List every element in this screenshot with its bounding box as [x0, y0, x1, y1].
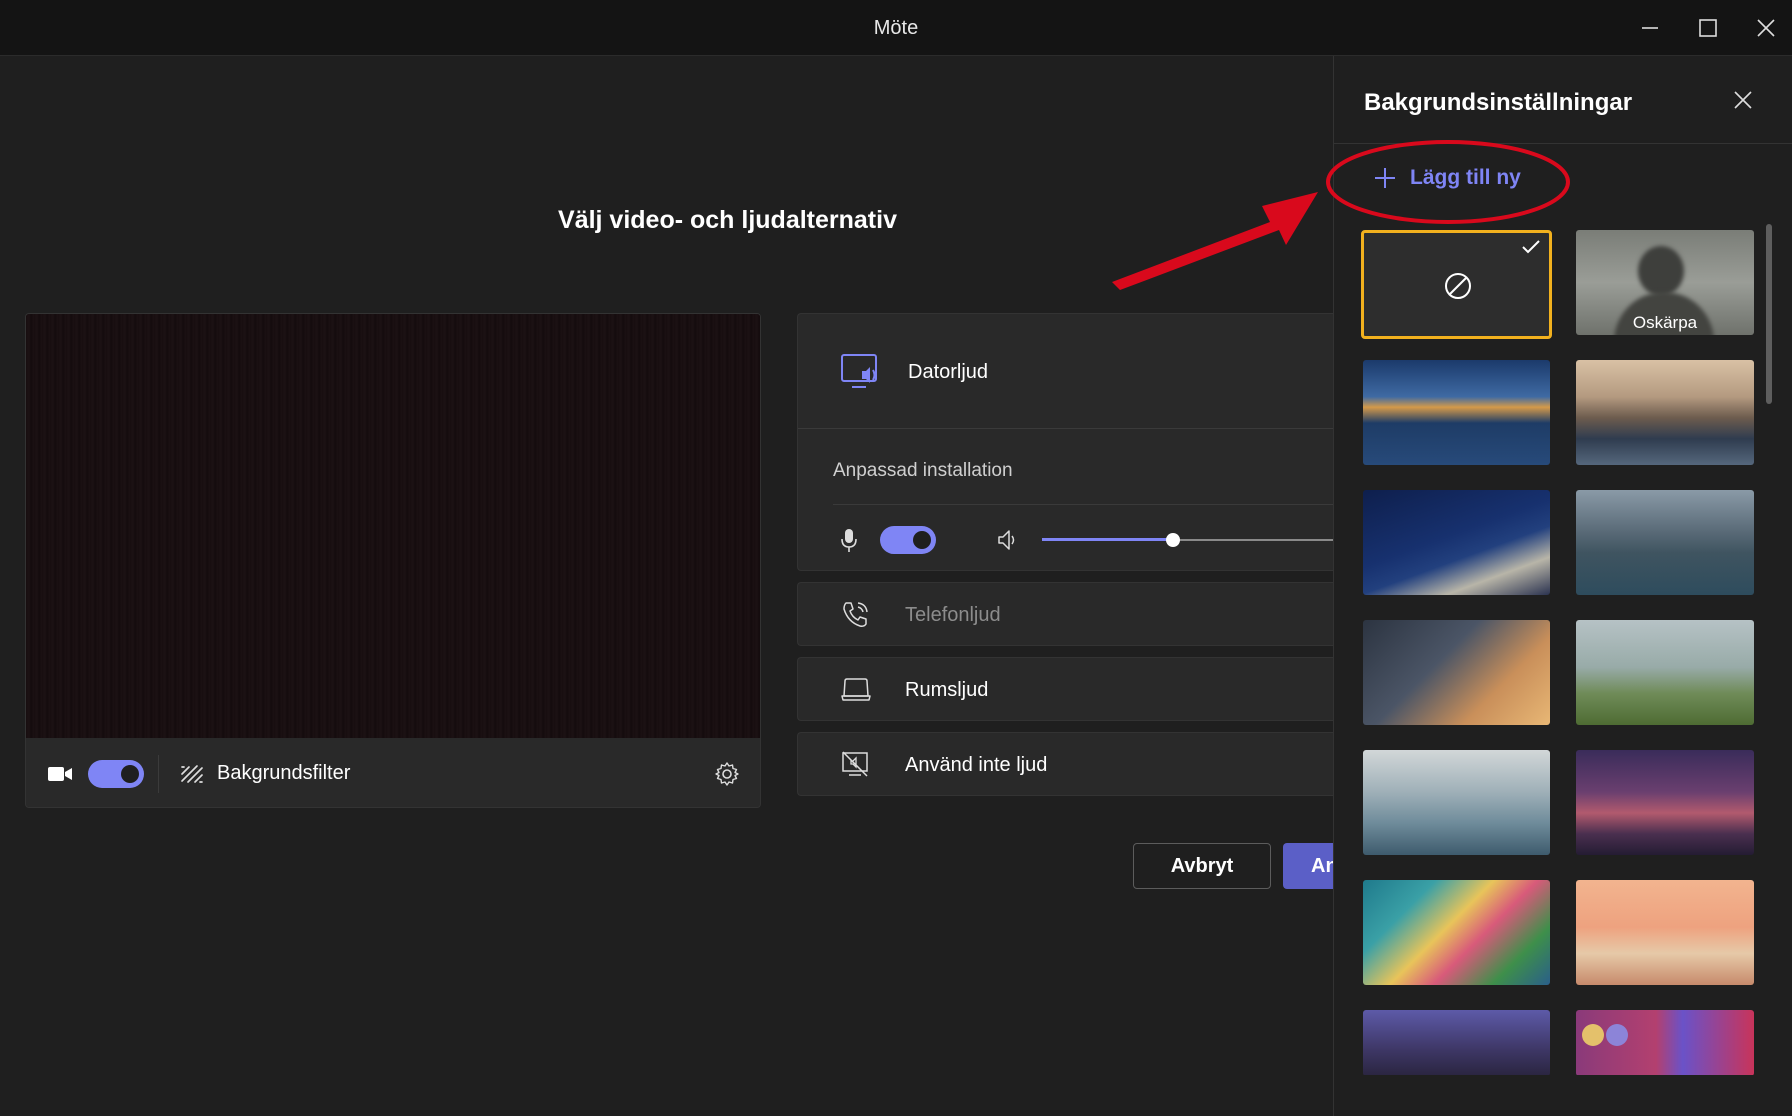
no-audio-label: Använd inte ljud	[905, 754, 1048, 776]
computer-audio-header[interactable]: Datorljud	[798, 314, 1334, 429]
maximize-icon	[1699, 19, 1717, 37]
no-audio-icon	[842, 751, 868, 777]
room-audio-label: Rumsljud	[905, 679, 989, 701]
close-icon	[1734, 91, 1752, 109]
background-abstract-purple[interactable]	[1576, 1010, 1754, 1075]
camera-icon	[48, 766, 72, 781]
background-none[interactable]	[1361, 230, 1552, 339]
decor-shape	[1606, 1024, 1628, 1046]
video-preview-card: Bakgrundsfilter	[25, 313, 761, 808]
panel-scrollbar[interactable]	[1766, 224, 1772, 404]
add-new-background-button[interactable]: Lägg till ny	[1374, 166, 1521, 190]
phone-audio-option[interactable]: Telefonljud	[797, 582, 1333, 646]
join-button[interactable]: An	[1283, 843, 1333, 889]
background-room-interior[interactable]	[1363, 1010, 1550, 1075]
panel-header: Bakgrundsinställningar	[1334, 56, 1792, 144]
background-geometric-building-sun[interactable]	[1363, 620, 1550, 725]
phone-audio-icon	[843, 602, 868, 627]
video-controls-bar: Bakgrundsfilter	[26, 738, 760, 807]
background-sunset-city[interactable]	[1576, 750, 1754, 855]
background-plants-sky[interactable]	[1363, 750, 1550, 855]
panel-close-button[interactable]	[1727, 84, 1759, 116]
page-title: Välj video- och ljudalternativ	[558, 206, 897, 234]
cancel-button[interactable]: Avbryt	[1133, 843, 1271, 889]
background-aerial-city[interactable]	[1576, 490, 1754, 595]
background-blur[interactable]: Oskärpa	[1576, 230, 1754, 335]
no-background-icon	[1445, 273, 1471, 299]
speaker-volume-slider[interactable]	[1042, 527, 1334, 553]
minimize-icon	[1642, 27, 1658, 29]
phone-audio-label: Telefonljud	[905, 604, 1001, 626]
window-close-button[interactable]	[1744, 10, 1788, 46]
background-night-bridge[interactable]	[1363, 490, 1550, 595]
room-audio-option[interactable]: Rumsljud	[797, 657, 1333, 721]
settings-gear-icon[interactable]	[714, 761, 740, 787]
background-city-waterfront[interactable]	[1576, 360, 1754, 465]
close-icon	[1757, 19, 1775, 37]
title-bar: Möte	[0, 0, 1792, 56]
background-settings-panel: Bakgrundsinställningar Lägg till ny Oskä…	[1333, 56, 1792, 1116]
microphone-icon	[841, 529, 857, 552]
background-grid: Oskärpa	[1361, 230, 1761, 1075]
custom-setup-label: Anpassad installation	[833, 460, 1013, 481]
background-filter-button[interactable]: Bakgrundsfilter	[217, 762, 350, 785]
speaker-icon	[998, 530, 1015, 550]
checkmark-icon	[1522, 240, 1540, 254]
microphone-toggle[interactable]	[880, 526, 936, 554]
divider	[833, 504, 1334, 505]
divider	[158, 754, 159, 793]
blurred-person	[1638, 246, 1684, 296]
computer-audio-option[interactable]: Datorljud Anpassad installation	[797, 313, 1334, 571]
background-harbor-evening[interactable]	[1363, 360, 1550, 465]
slider-thumb[interactable]	[1166, 533, 1180, 547]
background-colorful-waves[interactable]	[1363, 880, 1550, 985]
add-new-label: Lägg till ny	[1410, 166, 1521, 189]
no-audio-option[interactable]: Använd inte ljud	[797, 732, 1333, 796]
camera-toggle[interactable]	[88, 759, 144, 788]
window-title: Möte	[873, 17, 919, 39]
panel-title: Bakgrundsinställningar	[1364, 89, 1633, 116]
background-filter-icon	[181, 764, 203, 783]
blur-label: Oskärpa	[1632, 313, 1698, 332]
background-fantasy-cake[interactable]	[1576, 880, 1754, 985]
plus-icon	[1375, 168, 1395, 188]
camera-preview	[26, 314, 760, 738]
computer-audio-label: Datorljud	[908, 361, 989, 383]
maximize-button[interactable]	[1686, 10, 1730, 46]
background-grass-city[interactable]	[1576, 620, 1754, 725]
minimize-button[interactable]	[1628, 10, 1672, 46]
decor-shape	[1582, 1024, 1604, 1046]
room-audio-icon	[841, 678, 871, 701]
computer-audio-icon	[841, 354, 877, 388]
